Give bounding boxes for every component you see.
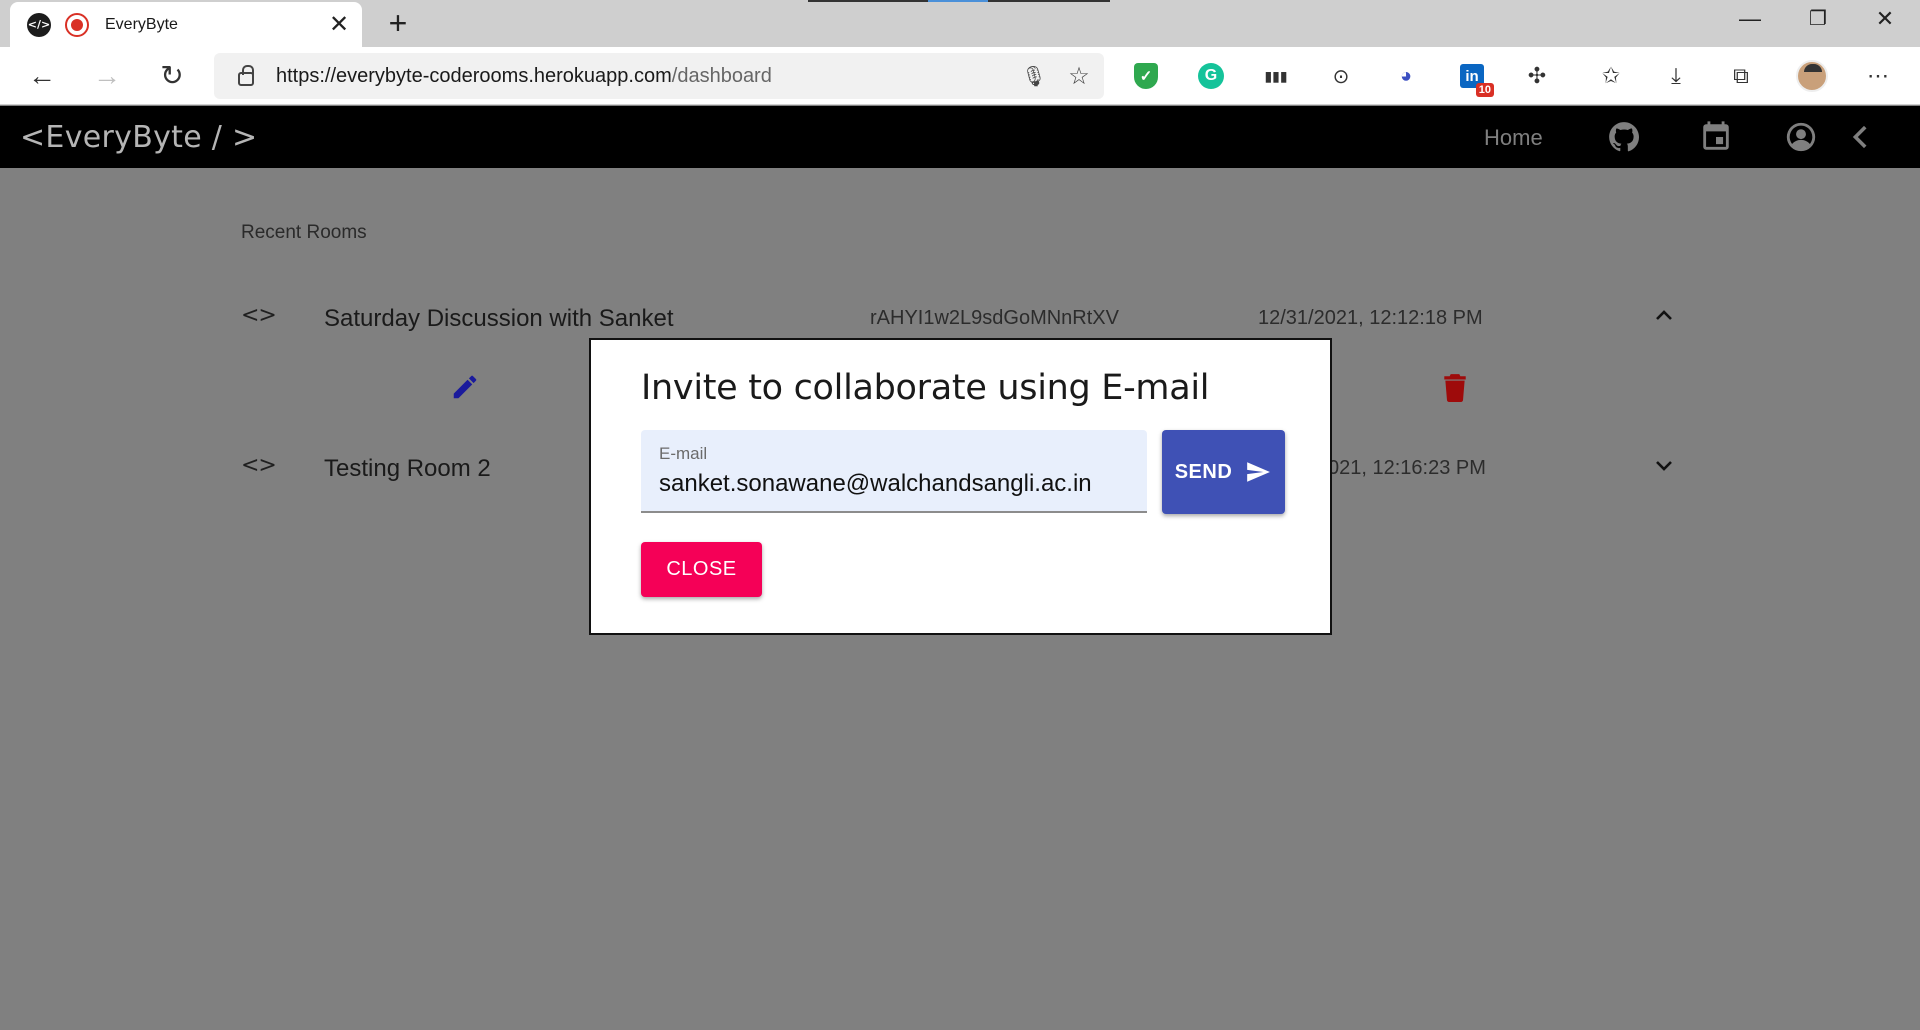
url-text[interactable]: https://everybyte-coderooms.herokuapp.co… <box>276 65 1014 88</box>
recent-rooms-heading: Recent Rooms <box>241 222 367 243</box>
email-field[interactable]: E-mail sanket.sonawane@walchandsangli.ac… <box>641 430 1147 513</box>
puzzle-icon[interactable]: ✣ <box>1520 59 1554 93</box>
mic-icon[interactable]: 🎙 <box>1014 64 1054 89</box>
code-icon: <> <box>241 453 277 478</box>
chevron-down-icon[interactable] <box>1652 453 1676 477</box>
url-host: https://everybyte-coderooms.herokuapp.co… <box>276 64 672 87</box>
app-navbar: <EveryByte / > Home <box>0 106 1920 168</box>
email-input[interactable]: sanket.sonawane@walchandsangli.ac.in <box>659 470 1092 498</box>
room-row[interactable]: <> Saturday Discussion with Sanket rAHYI… <box>241 299 1691 339</box>
room-date: 021, 12:16:23 PM <box>1328 457 1486 479</box>
new-tab-button[interactable]: + <box>380 5 416 42</box>
lock-icon[interactable] <box>238 65 254 86</box>
linkedin-icon[interactable]: in 10 <box>1455 59 1494 97</box>
edit-icon[interactable] <box>450 372 480 402</box>
delete-icon[interactable] <box>1442 372 1468 402</box>
brand-logo[interactable]: <EveryByte / > <box>20 120 257 155</box>
meter-extension-icon[interactable]: ▮▮▮ <box>1259 59 1293 93</box>
forward-icon[interactable]: → <box>85 55 129 97</box>
room-name: Saturday Discussion with Sanket <box>324 305 674 332</box>
favorite-add-icon[interactable]: ☆ <box>1054 62 1104 91</box>
site-favicon-icon: </> <box>27 12 51 37</box>
url-path: /dashboard <box>671 64 772 87</box>
browser-tabstrip: </> EveryByte ✕ + — ❐ ✕ <box>0 0 1920 47</box>
calendar-icon[interactable] <box>1697 120 1735 154</box>
minimize-icon[interactable]: — <box>1720 6 1780 32</box>
favorites-icon[interactable]: ✩ <box>1594 59 1628 93</box>
code-icon: <> <box>241 303 277 328</box>
address-bar[interactable]: https://everybyte-coderooms.herokuapp.co… <box>214 53 1104 99</box>
room-date: 12/31/2021, 12:12:18 PM <box>1258 307 1483 329</box>
account-icon[interactable] <box>1782 120 1820 154</box>
send-button[interactable]: SEND <box>1162 430 1285 514</box>
room-id: rAHYI1w2L9sdGoMNnRtXV <box>870 307 1119 329</box>
chevron-up-icon[interactable] <box>1652 303 1676 327</box>
email-label: E-mail <box>659 444 708 463</box>
restore-icon[interactable]: ❐ <box>1788 6 1848 31</box>
chevron-left-icon[interactable] <box>1842 120 1880 154</box>
tab-title: EveryByte <box>105 15 178 33</box>
reload-icon[interactable]: ↻ <box>150 55 194 97</box>
loading-indicator <box>808 0 1110 2</box>
tab-close-icon[interactable]: ✕ <box>324 10 354 39</box>
window-close-icon[interactable]: ✕ <box>1855 6 1915 32</box>
code-extension-icon[interactable]: ⊙ <box>1324 59 1358 93</box>
back-icon[interactable]: ← <box>20 55 64 97</box>
grammarly-icon[interactable]: G <box>1194 59 1228 93</box>
close-button[interactable]: CLOSE <box>641 542 762 597</box>
room-name: Testing Room 2 <box>324 455 491 482</box>
invite-dialog: Invite to collaborate using E-mail E-mai… <box>589 338 1332 635</box>
send-icon <box>1247 462 1271 482</box>
linkedin-badge: 10 <box>1475 83 1494 97</box>
home-link[interactable]: Home <box>1484 125 1543 151</box>
download-icon[interactable]: ⤓ <box>1659 59 1693 93</box>
circle-extension-icon[interactable]: ◕ <box>1389 59 1423 93</box>
browser-tab[interactable]: </> EveryByte ✕ <box>10 2 362 47</box>
more-icon[interactable]: ⋯ <box>1861 59 1895 93</box>
browser-toolbar: ← → ↻ https://everybyte-coderooms.heroku… <box>0 47 1920 105</box>
github-icon[interactable] <box>1605 120 1643 154</box>
shield-extension-icon[interactable]: ✓ <box>1129 59 1163 93</box>
send-label: SEND <box>1174 460 1233 483</box>
dialog-title: Invite to collaborate using E-mail <box>641 368 1210 408</box>
collections-icon[interactable]: ⧉ <box>1724 59 1758 93</box>
recording-icon <box>65 12 89 37</box>
profile-avatar[interactable] <box>1795 59 1829 93</box>
